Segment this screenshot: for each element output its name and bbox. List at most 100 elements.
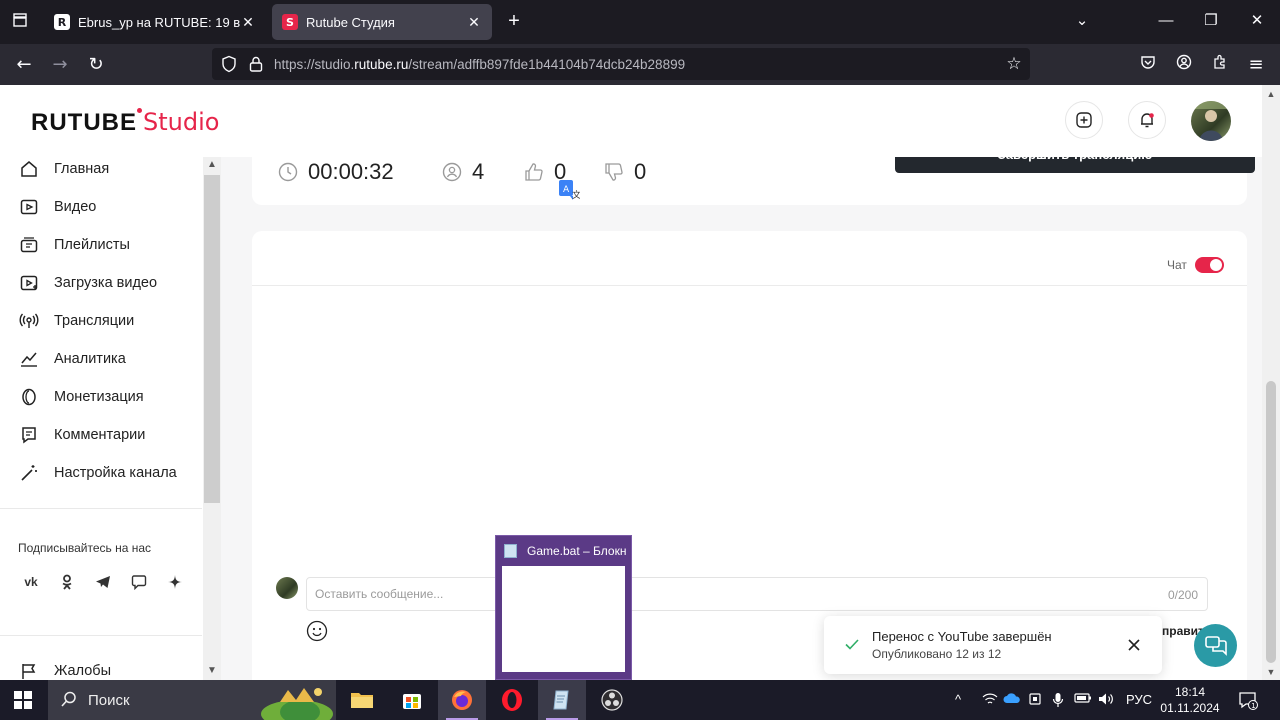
search-highlight-illustration — [261, 688, 333, 720]
restore-icon[interactable]: ❐ — [1199, 11, 1223, 31]
minimize-icon[interactable]: — — [1154, 11, 1178, 31]
chat-toggle-label: Чат — [1167, 258, 1187, 272]
extensions-icon[interactable] — [1209, 54, 1231, 76]
windows-start-icon[interactable] — [14, 691, 32, 709]
sidebar-item-broadcasts[interactable]: Трансляции — [18, 309, 134, 333]
app-header: RUTUBE Studio — [0, 85, 1266, 157]
network-icon[interactable] — [982, 692, 998, 709]
page-scrollbar[interactable]: ▲ ▼ — [1262, 85, 1280, 680]
user-avatar[interactable] — [1191, 101, 1231, 141]
sidebar-item-channel-settings[interactable]: Настройка канала — [18, 461, 177, 485]
dzen-icon[interactable] — [164, 571, 186, 593]
sidebar-item-video[interactable]: Видео — [18, 195, 96, 219]
sidebar-item-analytics[interactable]: Аналитика — [18, 347, 126, 371]
clock-icon — [278, 162, 298, 182]
close-icon[interactable] — [1124, 635, 1144, 655]
scroll-down-icon[interactable]: ▼ — [203, 663, 221, 679]
tab-rutube-channel[interactable]: R Ebrus_yp на RUTUBE: 19 видео ✕ — [44, 4, 266, 40]
sidebar-item-label: Аналитика — [54, 351, 126, 367]
telegram-icon[interactable] — [92, 571, 114, 593]
sidebar-divider — [0, 635, 202, 636]
tab-rutube-studio[interactable]: S Rutube Студия ✕ — [272, 4, 492, 40]
taskbar-search[interactable]: Поиск — [48, 680, 336, 720]
url-text: https://studio.rutube.ru/stream/adffb897… — [274, 57, 686, 72]
reload-icon[interactable]: ↻ — [85, 54, 107, 76]
notification-toast: Перенос с YouTube завершён Опубликовано … — [824, 616, 1162, 674]
toast-subtitle: Опубликовано 12 из 12 — [872, 647, 1002, 661]
scrollbar-thumb[interactable] — [204, 175, 220, 503]
tab-list-icon[interactable] — [10, 12, 30, 32]
comments-icon — [18, 424, 40, 446]
thumbs-down-icon — [605, 163, 623, 181]
rutube-studio-logo[interactable]: RUTUBE Studio — [31, 108, 219, 137]
scrollbar-thumb[interactable] — [1266, 381, 1276, 663]
end-broadcast-button[interactable]: Завершить трансляцию — [895, 157, 1255, 173]
sidebar-item-label: Комментарии — [54, 427, 146, 443]
translate-icon[interactable]: A文 — [558, 179, 580, 201]
bell-icon — [1141, 113, 1154, 128]
scroll-up-icon[interactable]: ▲ — [1262, 87, 1280, 101]
onedrive-icon[interactable] — [1003, 692, 1021, 707]
notifications-button[interactable] — [1128, 101, 1166, 139]
notification-count: 1 — [1251, 702, 1255, 710]
ok-icon[interactable] — [56, 571, 78, 593]
forward-icon[interactable]: → — [49, 54, 71, 76]
sidebar-item-complaints[interactable]: Жалобы — [18, 659, 111, 680]
new-tab-icon[interactable]: + — [504, 11, 524, 31]
sidebar-scrollbar[interactable]: ▲ ▼ — [203, 157, 221, 680]
battery-icon[interactable] — [1074, 692, 1092, 707]
notification-center-icon[interactable]: 1 — [1238, 690, 1258, 713]
sidebar-item-label: Главная — [54, 161, 110, 177]
stream-viewers: 4 — [442, 157, 484, 187]
lock-icon[interactable] — [248, 55, 264, 73]
firefox-icon[interactable] — [438, 680, 486, 720]
support-chat-button[interactable] — [1194, 624, 1237, 667]
scroll-up-icon[interactable]: ▲ — [203, 157, 221, 173]
tray-overflow-icon[interactable]: ^ — [955, 692, 961, 707]
back-icon[interactable]: ← — [13, 54, 35, 76]
thumbnail-title: Game.bat – Блокнот — [527, 544, 627, 558]
sidebar-item-home[interactable]: Главная — [18, 157, 109, 181]
menu-icon[interactable]: ≡ — [1245, 54, 1267, 76]
sidebar-item-monetization[interactable]: Монетизация — [18, 385, 144, 409]
notepad-icon — [504, 544, 517, 558]
address-bar[interactable]: https://studio.rutube.ru/stream/adffb897… — [212, 48, 1030, 80]
bookmark-star-icon[interactable]: ☆ — [1002, 52, 1026, 76]
microphone-icon[interactable] — [1052, 692, 1064, 711]
close-tab-icon[interactable]: ✕ — [240, 14, 256, 31]
opera-icon[interactable] — [488, 680, 536, 720]
vk-icon[interactable]: vk — [20, 571, 42, 593]
sidebar: Главная Видео Плейлисты Загрузка видео Т… — [0, 157, 221, 680]
usb-device-icon[interactable] — [1028, 692, 1042, 709]
notepad-taskbar-icon[interactable] — [538, 680, 586, 720]
chat-toggle[interactable] — [1195, 257, 1224, 273]
chat-message-input[interactable] — [306, 577, 1208, 611]
upload-icon — [18, 272, 40, 294]
flag-icon — [18, 660, 40, 680]
microsoft-store-icon[interactable] — [388, 680, 436, 720]
thumbnail-preview[interactable] — [502, 566, 625, 672]
close-window-icon[interactable]: ✕ — [1245, 11, 1269, 31]
input-language[interactable]: РУС — [1126, 692, 1152, 707]
shield-icon[interactable] — [220, 55, 238, 73]
sidebar-item-upload[interactable]: Загрузка видео — [18, 271, 157, 295]
pocket-icon[interactable] — [1137, 54, 1159, 76]
system-clock[interactable]: 18:14 01.11.2024 — [1158, 684, 1222, 716]
obs-studio-icon[interactable] — [588, 680, 636, 720]
magic-wand-icon — [18, 462, 40, 484]
list-all-tabs-icon[interactable]: ⌄ — [1070, 11, 1094, 31]
sidebar-item-playlists[interactable]: Плейлисты — [18, 233, 130, 257]
rutube-favicon: R — [54, 14, 70, 30]
file-explorer-icon[interactable] — [338, 680, 386, 720]
scroll-down-icon[interactable]: ▼ — [1262, 665, 1280, 679]
sidebar-item-comments[interactable]: Комментарии — [18, 423, 145, 447]
window-thumbnail-popup[interactable]: Game.bat – Блокнот — [495, 535, 632, 680]
viber-icon[interactable] — [128, 571, 150, 593]
volume-icon[interactable] — [1098, 692, 1114, 709]
close-tab-icon[interactable]: ✕ — [466, 14, 482, 31]
emoji-icon[interactable] — [306, 620, 328, 642]
duration-value: 00:00:32 — [308, 159, 394, 184]
add-content-button[interactable] — [1065, 101, 1103, 139]
clock-date: 01.11.2024 — [1160, 701, 1220, 715]
account-icon[interactable] — [1173, 54, 1195, 76]
